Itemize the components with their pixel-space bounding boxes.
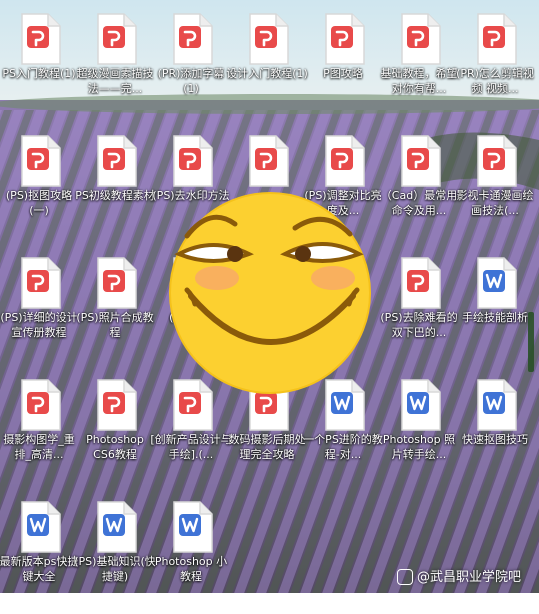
word-document-icon [477, 257, 517, 309]
word-file-icon[interactable]: 快速抠图技巧 [458, 370, 532, 492]
pdf-file-icon[interactable]: 基础教程，希望对你有帮... [381, 4, 458, 126]
pdf-document-icon [401, 135, 441, 187]
file-label: 最新版本ps快捷键大全 [0, 555, 79, 583]
pdf-file-icon[interactable]: (PS)详细的设计宣传册教程 [0, 248, 78, 370]
pdf-file-icon[interactable]: (PS)去除难看的双下巴的... [380, 248, 458, 370]
pdf-file-icon[interactable]: 超级漫画素描技法——完... [77, 4, 154, 126]
pdf-document-icon [21, 13, 61, 65]
pdf-document-icon [97, 379, 137, 431]
word-document-icon [401, 379, 441, 431]
pdf-document-icon [173, 13, 213, 65]
pdf-document-icon [477, 13, 517, 65]
file-label: Photoshop 小教程 [154, 555, 228, 583]
file-label: P图攻略 [323, 67, 363, 80]
word-document-icon [173, 501, 213, 553]
watermark-text: @武昌职业学院吧 [417, 570, 522, 585]
file-label: Photoshop 照片转手绘... [382, 433, 456, 461]
file-label: [创新产品设计与手绘].(... [150, 433, 232, 461]
pdf-document-icon [97, 257, 137, 309]
file-label: 影视卡通漫画绘画技法(... [456, 189, 534, 217]
file-label: PS初级教程素材 [75, 189, 155, 202]
pdf-file-icon[interactable]: PS入门教程(1) [2, 4, 76, 126]
file-label: 数码摄影后期处理完全攻略 [228, 433, 306, 461]
pdf-file-icon[interactable]: (PS)抠图攻略(一) [2, 126, 76, 248]
pdf-document-icon [97, 13, 137, 65]
file-label: (PS)去除难看的双下巴的... [380, 311, 458, 339]
word-file-icon[interactable]: Photoshop 小教程 [154, 492, 228, 614]
pdf-file-icon[interactable]: 设计入门教程(1) [226, 4, 308, 126]
pdf-document-icon [173, 135, 213, 187]
pdf-document-icon [249, 135, 289, 187]
weibo-logo-icon [397, 568, 413, 585]
scrollbar-thumb[interactable] [528, 312, 534, 372]
file-label: （Cad）最常用命令及用... [380, 189, 458, 217]
pdf-document-icon [21, 257, 61, 309]
word-file-icon[interactable]: (PS)基础知识(快捷键) [74, 492, 156, 614]
file-label: (PS)照片合成教程 [76, 311, 154, 339]
pdf-document-icon [325, 135, 365, 187]
word-file-icon[interactable]: Photoshop 照片转手绘... [382, 370, 456, 492]
pdf-file-icon[interactable]: Photoshop CS6教程 [78, 370, 152, 492]
file-label: 超级漫画素描技法——完... [76, 67, 154, 95]
grinning-face-sticker [169, 192, 371, 394]
word-document-icon [97, 501, 137, 553]
pdf-file-icon[interactable]: (PR)怎么剪辑视频 视频... [456, 4, 534, 126]
file-label: (PR)怎么剪辑视频 视频... [456, 67, 534, 95]
pdf-file-icon[interactable]: (PS)照片合成教程 [76, 248, 154, 370]
file-label: (PS)抠图攻略(一) [5, 189, 73, 217]
pdf-document-icon [325, 13, 365, 65]
pdf-document-icon [21, 379, 61, 431]
word-file-icon[interactable]: 最新版本ps快捷键大全 [0, 492, 78, 614]
pdf-file-icon[interactable]: （Cad）最常用命令及用... [381, 126, 457, 248]
pdf-file-icon[interactable]: P图攻略 [306, 4, 380, 126]
pdf-file-icon[interactable]: 摄影构图学_重排_高清... [2, 370, 76, 492]
pdf-document-icon [249, 13, 289, 65]
file-label: 设计入门教程(1) [226, 67, 308, 80]
pdf-file-icon[interactable]: PS初级教程素材 [75, 126, 155, 248]
pdf-document-icon [401, 13, 441, 65]
pdf-document-icon [401, 257, 441, 309]
pdf-document-icon [477, 135, 517, 187]
file-label: (PS)基础知识(快捷键) [74, 555, 156, 583]
file-label: 摄影构图学_重排_高清... [3, 433, 75, 461]
file-label: 基础教程，希望对你有帮... [380, 67, 458, 95]
pdf-document-icon [21, 135, 61, 187]
file-label: 一个PS进阶的教程-对... [303, 433, 383, 461]
file-label: (PS)详细的设计宣传册教程 [0, 311, 78, 339]
file-label: (PR)添加字幕(1) [157, 67, 225, 95]
word-document-icon [21, 501, 61, 553]
pdf-file-icon[interactable]: (PR)添加字幕(1) [154, 4, 228, 126]
word-document-icon [477, 379, 517, 431]
word-file-icon[interactable]: 手绘技能剖析 [458, 248, 532, 370]
pdf-document-icon [97, 135, 137, 187]
file-label: 快速抠图技巧 [462, 433, 528, 446]
watermark: @武昌职业学院吧 [397, 568, 521, 588]
file-label: PS入门教程(1) [2, 67, 76, 80]
pdf-file-icon[interactable]: 影视卡通漫画绘画技法(... [457, 126, 534, 248]
file-label: Photoshop CS6教程 [86, 433, 144, 461]
file-label: 手绘技能剖析 [462, 311, 528, 324]
